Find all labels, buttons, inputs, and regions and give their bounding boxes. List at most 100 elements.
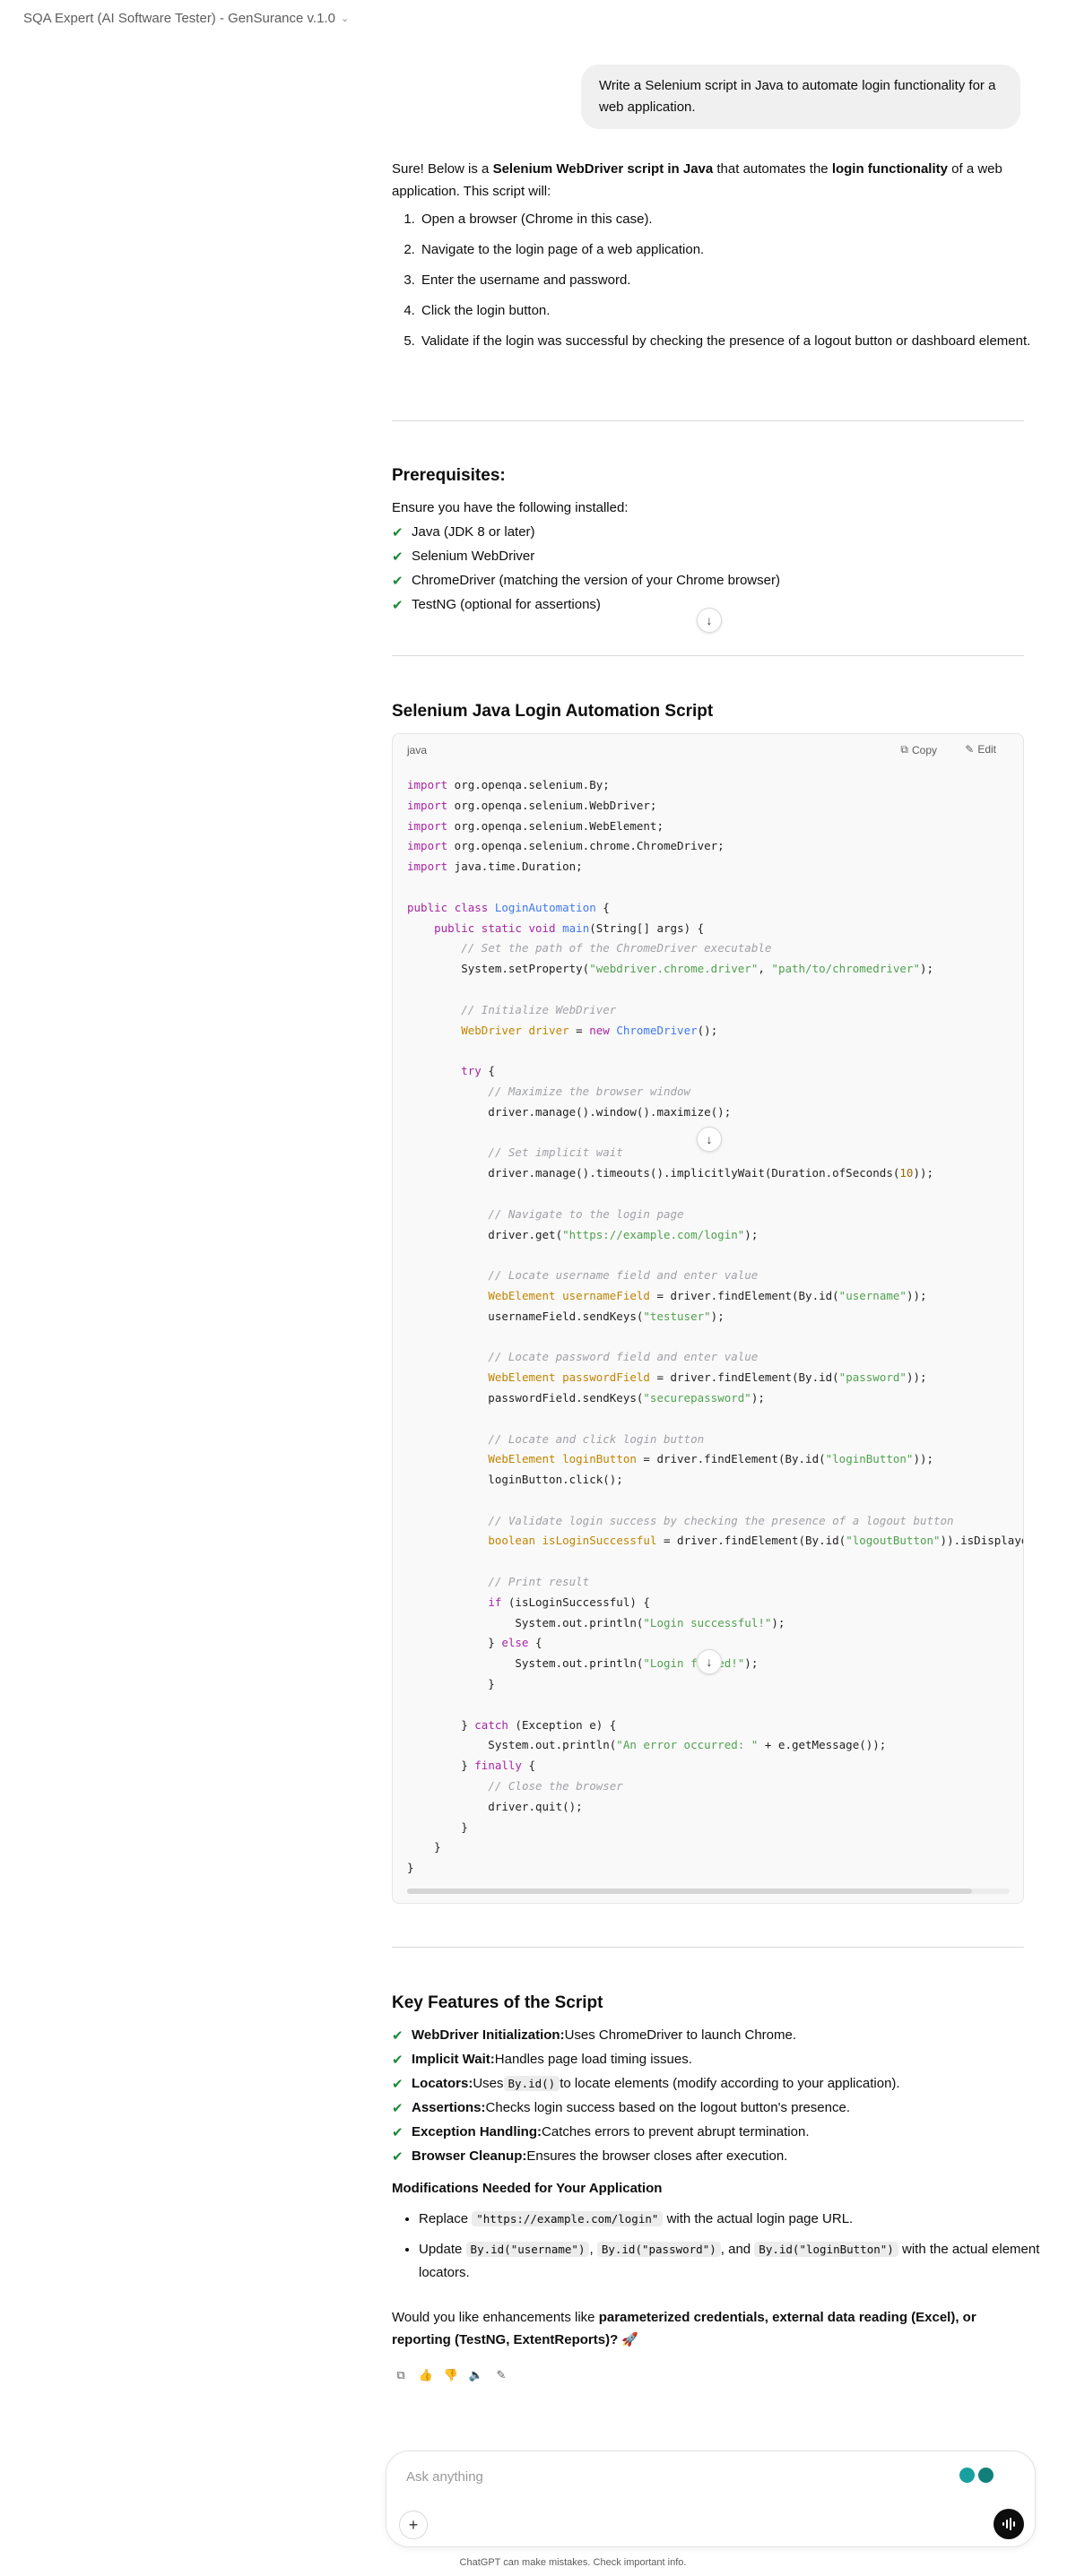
feature-text: Uses xyxy=(473,2076,504,2091)
mod-text: Replace xyxy=(419,2211,473,2226)
feature-name: Assertions: xyxy=(412,2100,486,2115)
pencil-icon: ✎ xyxy=(965,743,975,756)
extension-icons xyxy=(959,2468,994,2483)
footer-text: ChatGPT can make mistakes. Check importa… xyxy=(459,2557,687,2568)
mod-text: with the actual login page URL. xyxy=(663,2211,854,2226)
inline-code: By.id("username") xyxy=(465,2242,590,2257)
list-item: Update By.id("username"), By.id("passwor… xyxy=(419,2238,1051,2285)
assistant-intro: Sure! Below is a Selenium WebDriver scri… xyxy=(392,158,1024,203)
mod-text: Update xyxy=(419,2242,466,2257)
list-item: ✔ Implicit Wait: Handles page load timing… xyxy=(392,2047,1024,2071)
inline-code: By.id("password") xyxy=(596,2242,721,2257)
user-message-bubble: Write a Selenium script in Java to autom… xyxy=(581,65,1020,129)
inline-code: By.id("loginButton") xyxy=(754,2242,898,2257)
features-list: ✔ WebDriver Initialization: Uses ChromeDr… xyxy=(392,2023,1024,2168)
check-icon: ✔ xyxy=(392,2124,404,2140)
rocket-icon: 🚀 xyxy=(621,2332,639,2347)
list-item: ✔ Selenium WebDriver xyxy=(392,544,1024,568)
code-horizontal-scrollbar[interactable] xyxy=(407,1889,1010,1894)
feature-name: WebDriver Initialization: xyxy=(412,2027,565,2043)
scroll-down-button[interactable]: ↓ xyxy=(697,1127,722,1152)
model-selector[interactable]: SQA Expert (AI Software Tester) - GenSur… xyxy=(23,11,349,26)
copy-icon[interactable]: ⧉ xyxy=(392,2366,410,2384)
prerequisites-lead: Ensure you have the following installed: xyxy=(392,500,629,515)
feature-text: Ensures the browser closes after executi… xyxy=(526,2148,788,2164)
list-item: ✔ WebDriver Initialization: Uses ChromeDr… xyxy=(392,2023,1024,2047)
edit-icon[interactable]: ✎ xyxy=(492,2366,510,2384)
divider xyxy=(392,420,1024,421)
code-language-label: java xyxy=(407,744,428,756)
scrollbar-thumb[interactable] xyxy=(407,1889,972,1894)
divider xyxy=(392,1947,1024,1948)
extension-icon[interactable] xyxy=(959,2468,975,2483)
copy-icon: ⧉ xyxy=(900,743,908,756)
closing-question: Would you like enhancements like paramet… xyxy=(392,2306,1024,2351)
plus-icon: + xyxy=(408,2515,419,2534)
list-item-text: Selenium WebDriver xyxy=(412,549,535,564)
chevron-down-icon: ⌄ xyxy=(340,13,350,24)
list-item: Navigate to the login page of a web appl… xyxy=(419,238,1051,261)
code-content: import org.openqa.selenium.By; import or… xyxy=(407,778,1023,1875)
intro-text: that automates the xyxy=(713,161,832,177)
check-icon: ✔ xyxy=(392,2027,404,2044)
feature-text: Checks login success based on the logout… xyxy=(485,2100,850,2115)
read-aloud-icon[interactable]: 🔈 xyxy=(467,2366,485,2384)
closing-text: Would you like enhancements like xyxy=(392,2310,599,2325)
features-heading: Key Features of the Script xyxy=(392,1993,603,2012)
footer-disclaimer: ChatGPT can make mistakes. Check importa… xyxy=(0,2557,1076,2568)
copy-button[interactable]: ⧉ Copy xyxy=(900,743,937,756)
copy-label: Copy xyxy=(911,743,937,756)
list-item-text: Java (JDK 8 or later) xyxy=(412,524,535,540)
feature-name: Locators: xyxy=(412,2076,473,2091)
edit-button[interactable]: ✎ Edit xyxy=(965,743,996,756)
steps-list: Open a browser (Chrome in this case). Na… xyxy=(392,208,1051,360)
arrow-down-icon: ↓ xyxy=(706,1655,713,1669)
intro-bold: login functionality xyxy=(831,161,948,177)
prompt-input[interactable] xyxy=(404,2464,928,2489)
inline-code: "https://example.com/login" xyxy=(472,2211,664,2226)
check-icon: ✔ xyxy=(392,2052,404,2068)
feature-name: Browser Cleanup: xyxy=(412,2148,527,2164)
top-bar: SQA Expert (AI Software Tester) - GenSur… xyxy=(0,0,1076,41)
list-item: ✔ ChromeDriver (matching the version of y… xyxy=(392,568,1024,592)
feature-name: Implicit Wait: xyxy=(412,2052,495,2067)
waveform-icon xyxy=(1002,2518,1015,2530)
mod-text: , xyxy=(589,2242,597,2257)
add-attachment-button[interactable]: + xyxy=(399,2511,428,2539)
list-item: ✔ Assertions: Checks login success based … xyxy=(392,2096,1024,2120)
extension-icon[interactable] xyxy=(978,2468,994,2483)
app-title: SQA Expert (AI Software Tester) - GenSur… xyxy=(23,11,335,26)
intro-text: Sure! Below is a xyxy=(392,161,493,177)
list-item: Replace "https://example.com/login" with… xyxy=(419,2208,1051,2231)
feature-text: Catches errors to prevent abrupt termina… xyxy=(542,2124,810,2139)
thumbs-down-icon[interactable]: 👎 xyxy=(442,2366,460,2384)
check-icon: ✔ xyxy=(392,597,404,613)
edit-label: Edit xyxy=(977,743,996,756)
divider xyxy=(392,655,1024,656)
arrow-down-icon: ↓ xyxy=(706,613,713,627)
arrow-down-icon: ↓ xyxy=(706,1132,713,1146)
check-icon: ✔ xyxy=(392,573,404,589)
code-block: java ⧉ Copy ✎ Edit import org.openqa.selen… xyxy=(392,733,1024,1904)
modifications-list: Replace "https://example.com/login" with… xyxy=(392,2208,1051,2292)
scroll-down-button[interactable]: ↓ xyxy=(697,1649,722,1674)
check-icon: ✔ xyxy=(392,2148,404,2165)
list-item: Click the login button. xyxy=(419,299,1051,322)
list-item: ✔ Locators: Uses By.id() to locate elemen… xyxy=(392,2071,1024,2096)
scroll-down-button[interactable]: ↓ xyxy=(697,608,722,633)
code-header: java ⧉ Copy ✎ Edit xyxy=(393,734,1023,766)
message-actions: ⧉ 👍 👎 🔈 ✎ xyxy=(392,2366,510,2384)
list-item: Open a browser (Chrome in this case). xyxy=(419,208,1051,230)
prerequisites-list: ✔ Java (JDK 8 or later) ✔ Selenium WebDriv… xyxy=(392,520,1024,617)
list-item: ✔ Exception Handling: Catches errors to p… xyxy=(392,2120,1024,2144)
voice-mode-button[interactable] xyxy=(994,2509,1024,2539)
list-item-text: TestNG (optional for assertions) xyxy=(412,597,601,612)
thumbs-up-icon[interactable]: 👍 xyxy=(417,2366,435,2384)
mod-text: , and xyxy=(720,2242,755,2257)
list-item: ✔ Java (JDK 8 or later) xyxy=(392,520,1024,544)
composer: + xyxy=(386,2451,1036,2547)
list-item: Enter the username and password. xyxy=(419,269,1051,291)
list-item: Validate if the login was successful by … xyxy=(419,330,1051,352)
feature-text: to locate elements (modify according to … xyxy=(560,2076,900,2091)
feature-text: Uses ChromeDriver to launch Chrome. xyxy=(564,2027,797,2043)
